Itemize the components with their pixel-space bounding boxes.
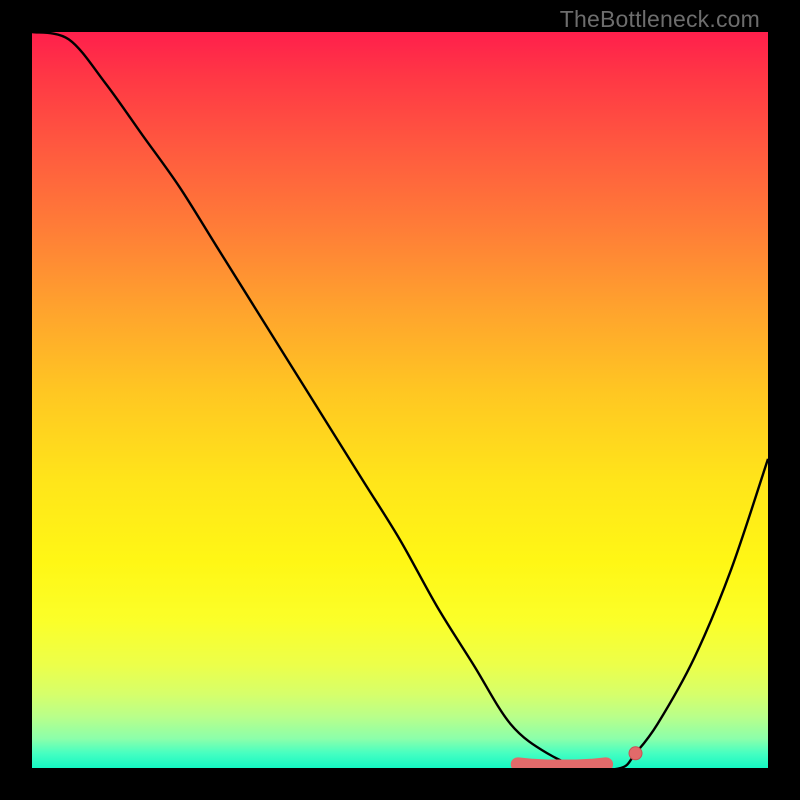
bottleneck-curve [32, 32, 768, 768]
chart-frame: TheBottleneck.com [0, 0, 800, 800]
plot-area [32, 32, 768, 768]
sweet-spot-segment [518, 764, 606, 766]
sweet-spot-dot [629, 747, 642, 760]
watermark-text: TheBottleneck.com [560, 6, 760, 33]
chart-svg [32, 32, 768, 768]
sweet-spot-markers [518, 747, 642, 767]
